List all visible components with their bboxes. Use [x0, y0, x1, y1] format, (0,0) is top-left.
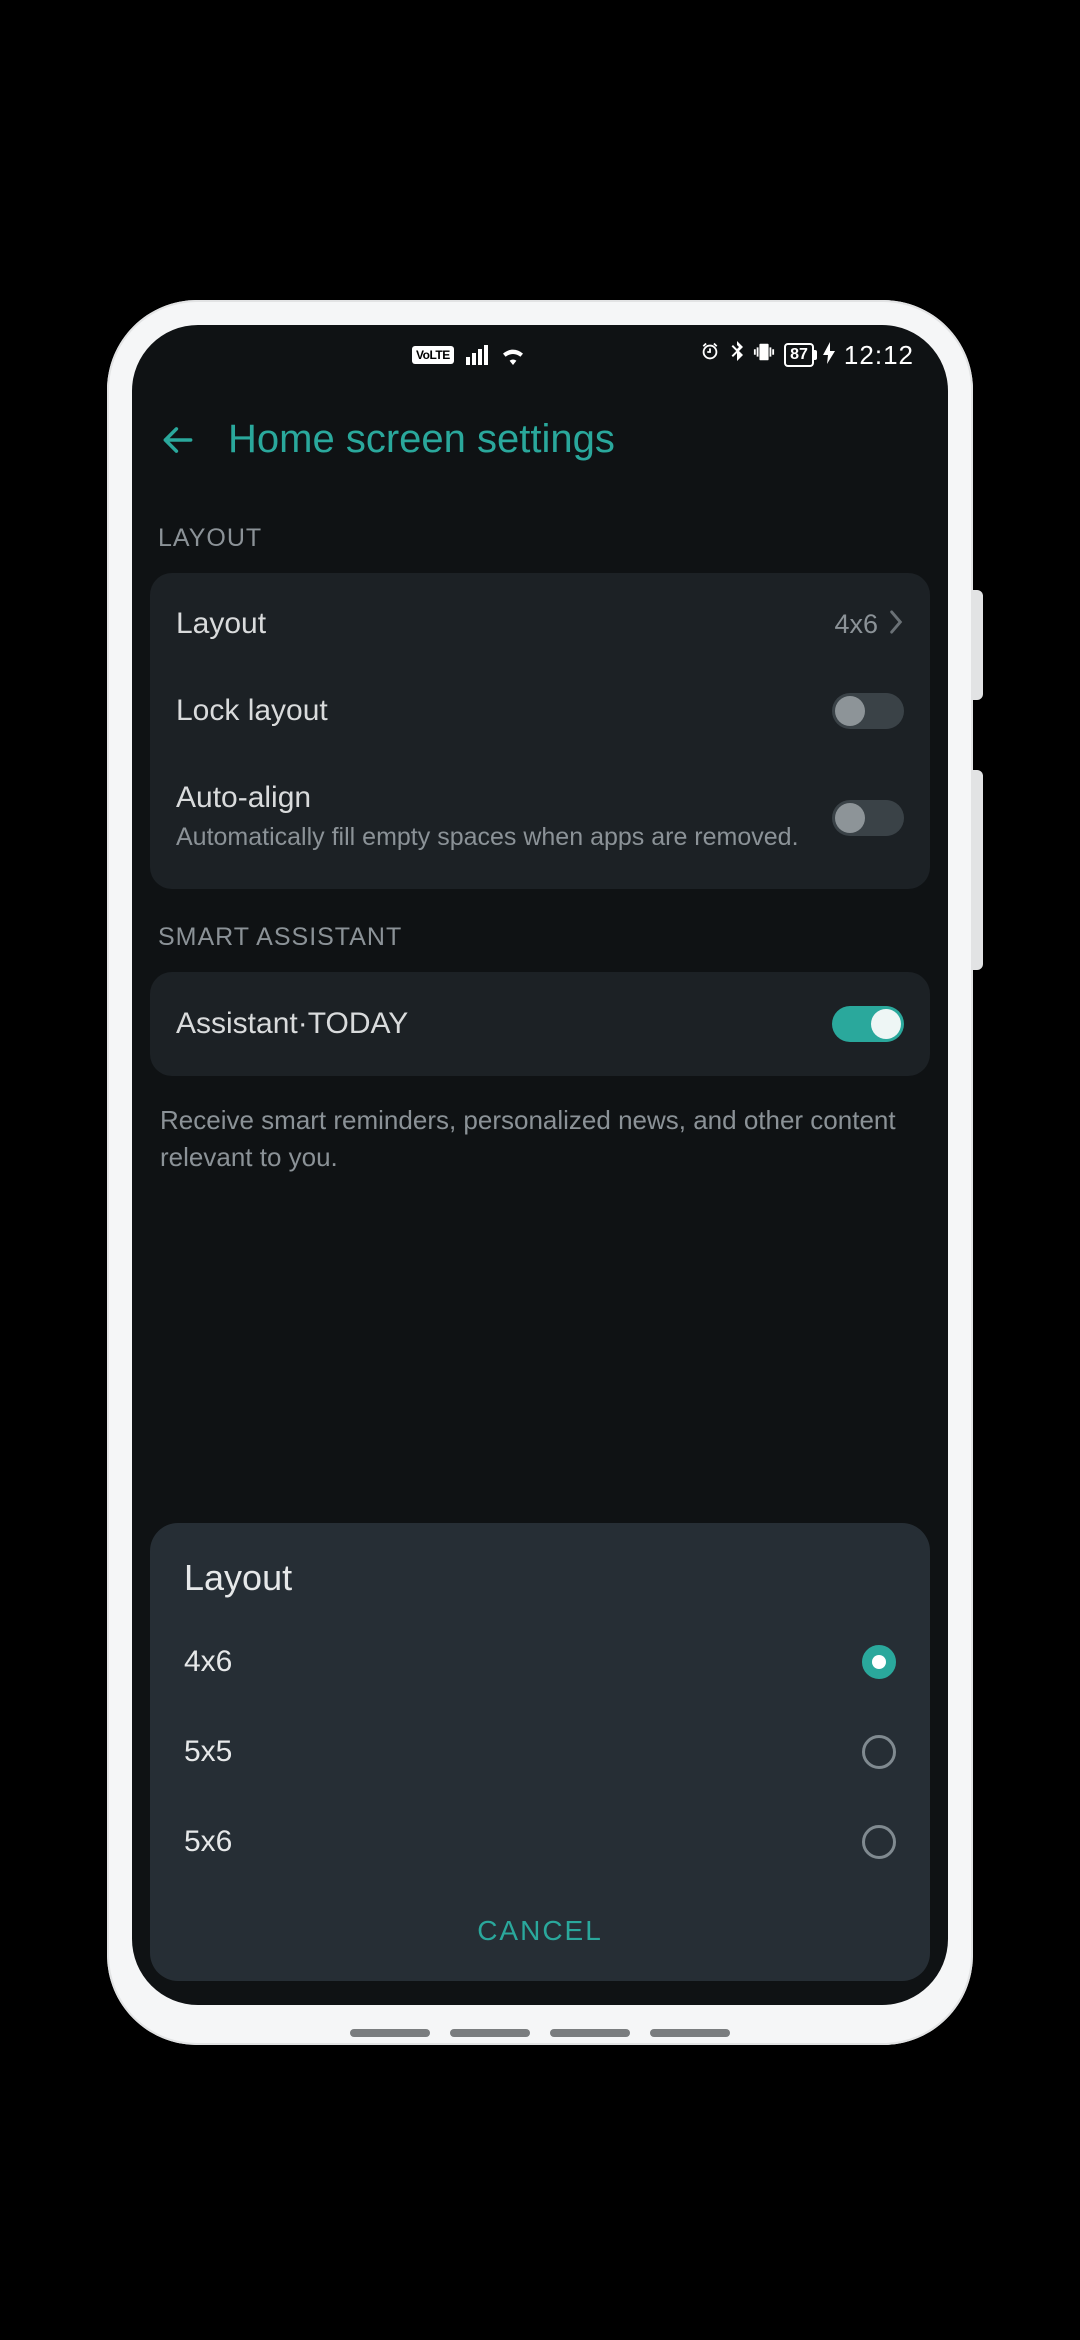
page-header: Home screen settings — [132, 385, 948, 490]
option-label: 5x5 — [184, 1735, 232, 1769]
device-speaker — [350, 2029, 730, 2037]
device-volume-button — [973, 770, 983, 970]
row-assistant-title: Assistant·TODAY — [176, 1007, 812, 1041]
row-align-sub: Automatically fill empty spaces when app… — [176, 821, 812, 855]
option-label: 4x6 — [184, 1645, 232, 1679]
status-bar: VoLTE 87 — [132, 325, 948, 385]
row-auto-align[interactable]: Auto-align Automatically fill empty spac… — [150, 755, 930, 881]
row-layout[interactable]: Layout 4x6 — [150, 581, 930, 667]
toggle-lock-layout[interactable] — [832, 693, 904, 729]
radio-unselected-icon — [862, 1825, 896, 1859]
layout-option-5x5[interactable]: 5x5 — [150, 1707, 930, 1797]
layout-option-4x6[interactable]: 4x6 — [150, 1617, 930, 1707]
status-right: 87 12:12 — [699, 340, 914, 371]
settings-content: LAYOUT Layout 4x6 Lock layout — [132, 490, 948, 1187]
screen: VoLTE 87 — [132, 325, 948, 2005]
row-lock-layout[interactable]: Lock layout — [150, 667, 930, 755]
status-left: VoLTE — [412, 325, 526, 385]
toggle-assistant-today[interactable] — [832, 1006, 904, 1042]
layout-card: Layout 4x6 Lock layout — [150, 573, 930, 889]
wifi-icon — [500, 345, 526, 365]
dialog-title: Layout — [150, 1557, 930, 1617]
alarm-icon — [699, 341, 721, 370]
device-power-button — [973, 590, 983, 700]
radio-selected-icon — [862, 1645, 896, 1679]
bluetooth-icon — [730, 341, 744, 370]
back-button[interactable] — [156, 418, 200, 462]
signal-icon — [466, 345, 488, 365]
option-label: 5x6 — [184, 1825, 232, 1859]
status-clock: 12:12 — [844, 340, 914, 371]
row-layout-title: Layout — [176, 607, 814, 641]
row-align-title: Auto-align — [176, 781, 812, 815]
charging-icon — [823, 342, 835, 369]
chevron-right-icon — [888, 609, 904, 640]
device-frame: VoLTE 87 — [107, 300, 973, 2045]
assistant-card: Assistant·TODAY — [150, 972, 930, 1076]
assistant-footnote: Receive smart reminders, personalized ne… — [150, 1076, 930, 1187]
row-lock-title: Lock layout — [176, 694, 812, 728]
layout-picker-dialog: Layout 4x6 5x5 5x6 CANCEL — [150, 1523, 930, 1981]
battery-icon: 87 — [784, 343, 814, 367]
toggle-auto-align[interactable] — [832, 800, 904, 836]
section-label-smart: SMART ASSISTANT — [150, 889, 930, 972]
row-assistant-today[interactable]: Assistant·TODAY — [150, 980, 930, 1068]
vibrate-icon — [753, 341, 775, 370]
row-layout-value: 4x6 — [834, 609, 878, 640]
battery-percent: 87 — [790, 346, 808, 364]
section-label-layout: LAYOUT — [150, 490, 930, 573]
radio-unselected-icon — [862, 1735, 896, 1769]
page-title: Home screen settings — [228, 417, 615, 462]
arrow-left-icon — [159, 421, 197, 459]
volte-icon: VoLTE — [412, 346, 454, 364]
cancel-button[interactable]: CANCEL — [477, 1915, 603, 1947]
layout-option-5x6[interactable]: 5x6 — [150, 1797, 930, 1887]
